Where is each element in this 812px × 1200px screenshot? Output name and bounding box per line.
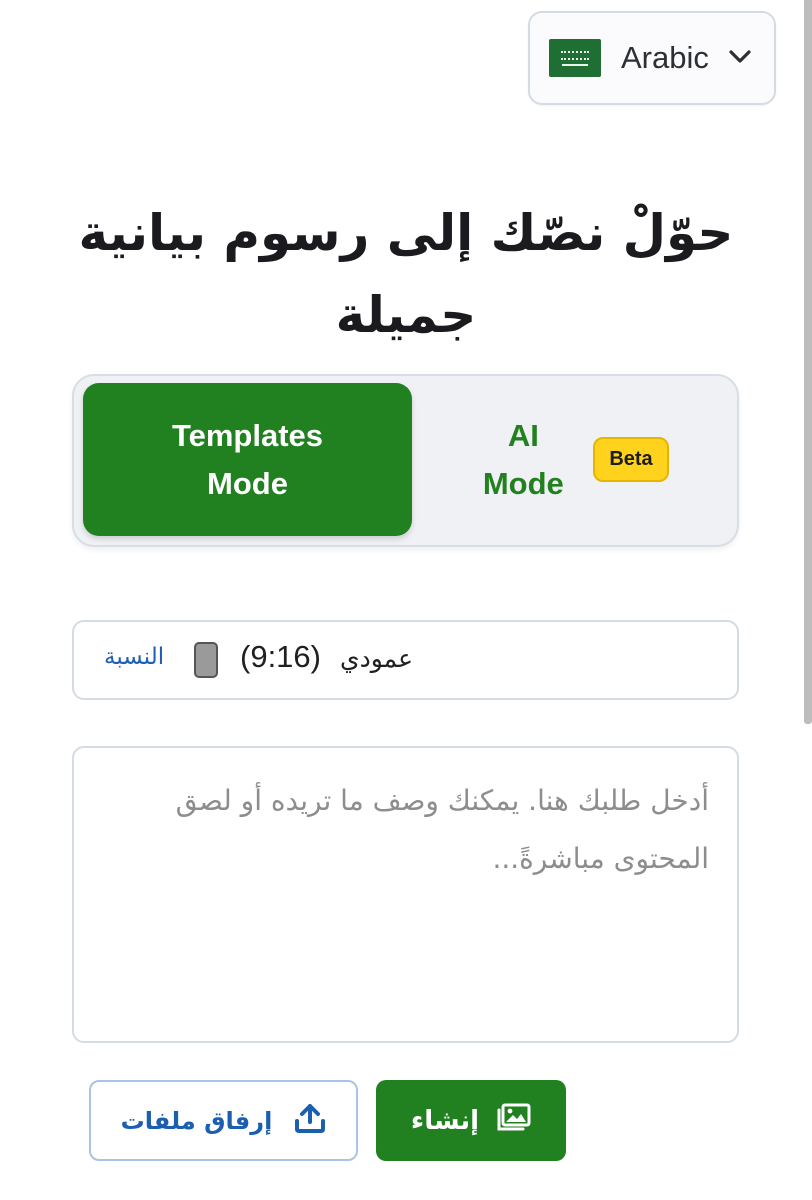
page-title-line2: جميلة xyxy=(335,286,477,344)
mode-switch: Templates Mode AI Mode Beta xyxy=(72,374,739,547)
aspect-ratio-select[interactable]: النسبة (9:16) عمودي xyxy=(72,620,739,700)
language-label: Arabic xyxy=(621,40,709,75)
page: Arabic حوّلْ نصّك إلى رسوم بيانية جميلة … xyxy=(0,0,812,1200)
prompt-input[interactable] xyxy=(72,746,739,1043)
attach-files-label: إرفاق ملفات xyxy=(120,1106,273,1135)
tab-templates-label-line1: Templates xyxy=(171,417,324,453)
upload-icon xyxy=(294,1103,326,1139)
ratio-label[interactable]: النسبة xyxy=(104,644,164,670)
tab-ai-label: AI Mode xyxy=(473,412,573,508)
page-title: حوّلْ نصّك إلى رسوم بيانية جميلة xyxy=(60,192,752,356)
chevron-down-icon xyxy=(729,49,751,68)
tab-ai-label-line1: AI xyxy=(507,417,539,453)
tab-templates-mode[interactable]: Templates Mode xyxy=(83,383,412,536)
attach-files-button[interactable]: إرفاق ملفات xyxy=(89,1080,358,1161)
generate-label: إنشاء xyxy=(410,1105,480,1136)
beta-badge: Beta xyxy=(593,437,669,482)
tab-templates-label-line2: Mode xyxy=(207,465,288,501)
scrollbar-thumb[interactable] xyxy=(804,0,812,724)
portrait-ratio-icon xyxy=(194,642,218,678)
tab-ai-label-line2: Mode xyxy=(482,465,564,501)
scrollbar[interactable] xyxy=(804,0,812,1200)
ratio-name: عمودي xyxy=(340,644,413,673)
image-icon xyxy=(497,1103,531,1138)
saudi-flag-icon xyxy=(549,39,601,77)
ratio-value: (9:16) xyxy=(240,639,321,674)
page-title-line1: حوّلْ نصّك إلى رسوم بيانية xyxy=(78,204,734,262)
tab-ai-mode[interactable]: AI Mode Beta xyxy=(412,383,730,536)
generate-button[interactable]: إنشاء xyxy=(376,1080,566,1161)
language-select[interactable]: Arabic xyxy=(528,11,776,105)
